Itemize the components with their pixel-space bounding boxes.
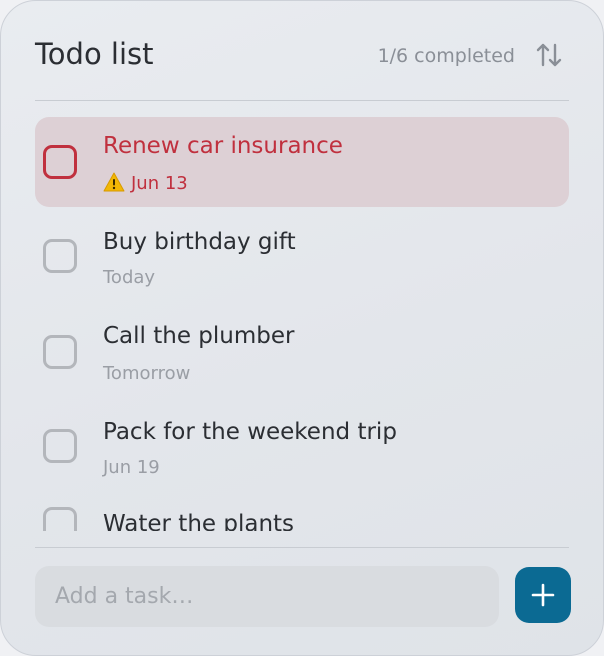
task-due-label: Jun 13: [131, 173, 188, 194]
task-title[interactable]: Water the plants: [103, 509, 294, 531]
task-due-date: Jun 13: [103, 172, 188, 196]
task-due-date: Tomorrow: [103, 363, 191, 384]
task-item: Renew car insurance Jun 13: [35, 117, 569, 207]
plus-icon: [531, 583, 555, 607]
task-title[interactable]: Renew car insurance: [103, 131, 343, 161]
sort-arrows-icon: [536, 43, 562, 67]
task-checkbox[interactable]: [43, 429, 77, 463]
task-checkbox[interactable]: [43, 239, 77, 273]
task-checkbox[interactable]: [43, 335, 77, 369]
completion-status: 1/6 completed: [377, 45, 515, 67]
header: Todo list 1/6 completed: [35, 1, 569, 101]
sort-button[interactable]: [535, 41, 563, 69]
page-title: Todo list: [35, 37, 154, 71]
task-due-date: Jun 19: [103, 457, 160, 478]
footer-divider: [35, 547, 569, 548]
task-item: Call the plumber Tomorrow: [35, 307, 569, 397]
add-task-input[interactable]: [35, 566, 499, 627]
task-checkbox[interactable]: [43, 145, 77, 179]
task-checkbox[interactable]: [43, 507, 77, 531]
task-item: Buy birthday gift Today: [35, 213, 569, 303]
task-title[interactable]: Pack for the weekend trip: [103, 417, 397, 447]
task-item: Pack for the weekend trip Jun 19: [35, 403, 569, 493]
task-list: Renew car insurance Jun 13 Buy birthday …: [35, 101, 569, 531]
add-task-button[interactable]: [515, 567, 571, 623]
todo-card: Todo list 1/6 completed Renew car insura…: [0, 0, 604, 656]
task-title[interactable]: Call the plumber: [103, 321, 294, 351]
task-item: Water the plants: [35, 499, 569, 531]
task-title[interactable]: Buy birthday gift: [103, 227, 296, 257]
warning-icon: [103, 172, 125, 192]
task-due-date: Today: [103, 267, 156, 288]
